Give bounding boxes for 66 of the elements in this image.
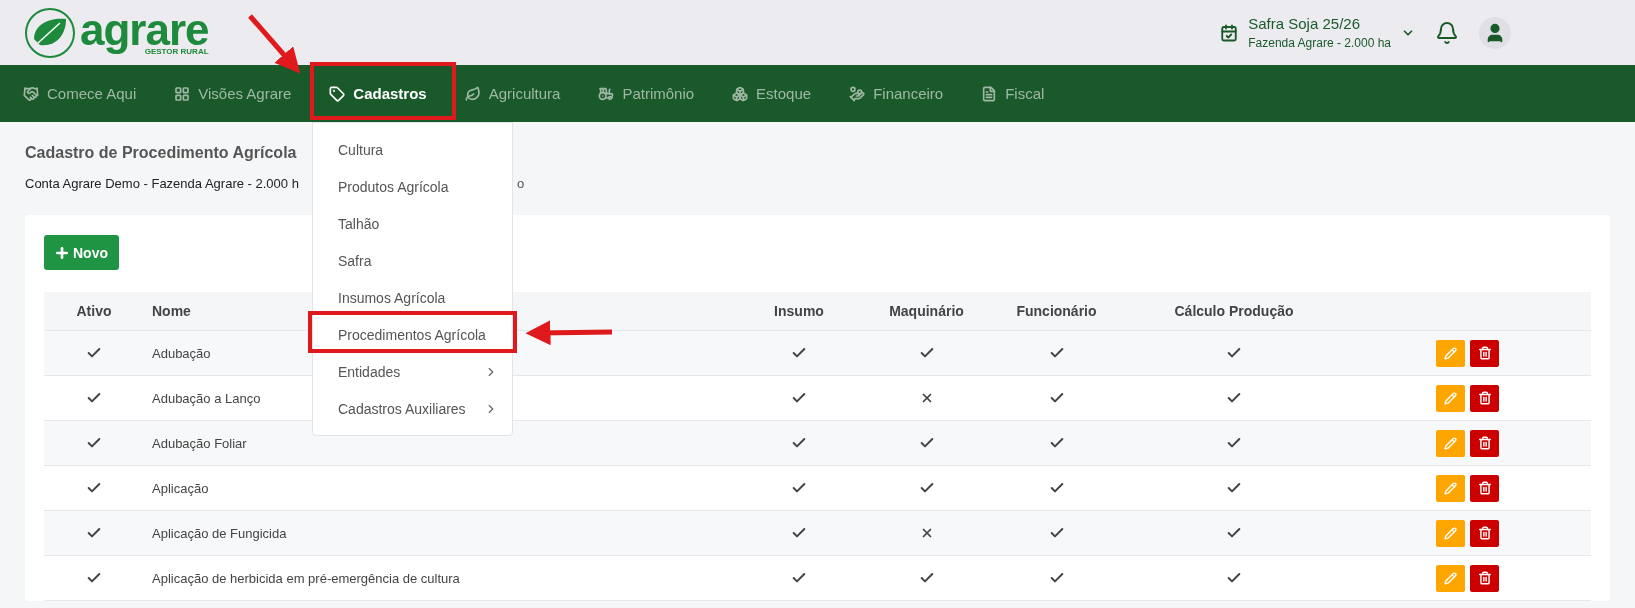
season-name[interactable]: Safra Soja 25/26 (1248, 15, 1391, 32)
leaf-logo-icon (24, 6, 76, 59)
table-cell-text: Aplicação de Fungicida (151, 525, 288, 541)
table-cell-text: Adubação (151, 345, 212, 361)
menu-item[interactable]: Procedimentos Agrícola (313, 321, 512, 348)
nav-tab[interactable]: Estoque (713, 65, 831, 122)
nav-tab[interactable]: Financeiro (830, 65, 963, 122)
menu-item[interactable]: Produtos Agrícola (313, 173, 512, 200)
grid-icon (174, 85, 191, 102)
arrow (248, 14, 301, 74)
trash-icon (1477, 571, 1492, 585)
table-cell-text: Adubação a Lanço (151, 390, 262, 406)
pencil-icon (1444, 571, 1457, 585)
nav-tab[interactable]: Fiscal (962, 65, 1064, 122)
document-icon (981, 85, 998, 102)
pencil-icon (1444, 481, 1457, 495)
tractor-icon (598, 85, 615, 102)
table-cell-text: Aplicação (151, 480, 210, 496)
table-cell-text: Aplicação de herbicida em pré-emergência de cultura (151, 570, 461, 586)
menu-item[interactable]: Cadastros Auxiliares (313, 395, 512, 422)
avatar[interactable] (1479, 16, 1511, 49)
nav-tab[interactable]: Agricultura (445, 65, 580, 122)
pencil-icon (1444, 436, 1457, 450)
trash-icon (1477, 526, 1492, 540)
delete-button[interactable] (1470, 564, 1499, 592)
trash-icon (1477, 391, 1492, 405)
page-subtitle: Conta Agrare Demo - Fazenda Agrare - 2.000 h (25, 176, 299, 191)
boxes-icon (732, 85, 749, 102)
tag-icon (329, 85, 346, 102)
nav-tab[interactable]: Patrimônio (579, 65, 714, 122)
pencil-icon (1444, 346, 1457, 360)
column-header: Nome (151, 303, 192, 319)
nav-tab[interactable]: Visões Agrare (155, 65, 311, 122)
column-header: Funcionário (1015, 303, 1098, 319)
nav-tab[interactable]: Comece Aqui (4, 65, 156, 122)
trash-icon (1477, 346, 1492, 360)
menu-item[interactable]: Talhão (313, 210, 512, 237)
trash-icon (1477, 436, 1492, 450)
column-header: Ativo (75, 303, 113, 319)
handshake-icon (23, 85, 39, 102)
delete-button[interactable] (1470, 384, 1499, 412)
menu-item[interactable]: Cultura (313, 136, 512, 163)
menu-item[interactable]: Entidades (313, 358, 512, 385)
bell-icon[interactable] (1435, 20, 1459, 45)
farm-name: Fazenda Agrare - 2.000 ha (1248, 36, 1391, 50)
hand-coin-icon (849, 85, 866, 102)
delete-button[interactable] (1470, 339, 1499, 367)
delete-button[interactable] (1470, 519, 1499, 547)
page-subtitle-end: o (517, 176, 525, 191)
menu-item[interactable]: Insumos Agrícola (313, 284, 512, 311)
pencil-icon (1444, 526, 1457, 540)
table-cell-text: Adubação Foliar (151, 435, 248, 451)
column-header: Insumo (773, 303, 825, 319)
plus-icon (54, 244, 70, 261)
pencil-icon (1444, 391, 1457, 405)
delete-button[interactable] (1470, 474, 1499, 502)
column-header: Maquinário (888, 303, 965, 319)
menu-item[interactable]: Safra (313, 247, 512, 274)
column-header: Cálculo Produção (1173, 303, 1295, 319)
leaf-icon (464, 85, 481, 102)
trash-icon (1477, 481, 1492, 495)
page-title: Cadastro de Procedimento Agrícola (25, 144, 297, 162)
calendar-check-icon (1220, 23, 1239, 42)
delete-button[interactable] (1470, 429, 1499, 457)
new-button[interactable]: Novo (44, 235, 119, 270)
nav-tab[interactable]: Cadastros (310, 65, 446, 122)
